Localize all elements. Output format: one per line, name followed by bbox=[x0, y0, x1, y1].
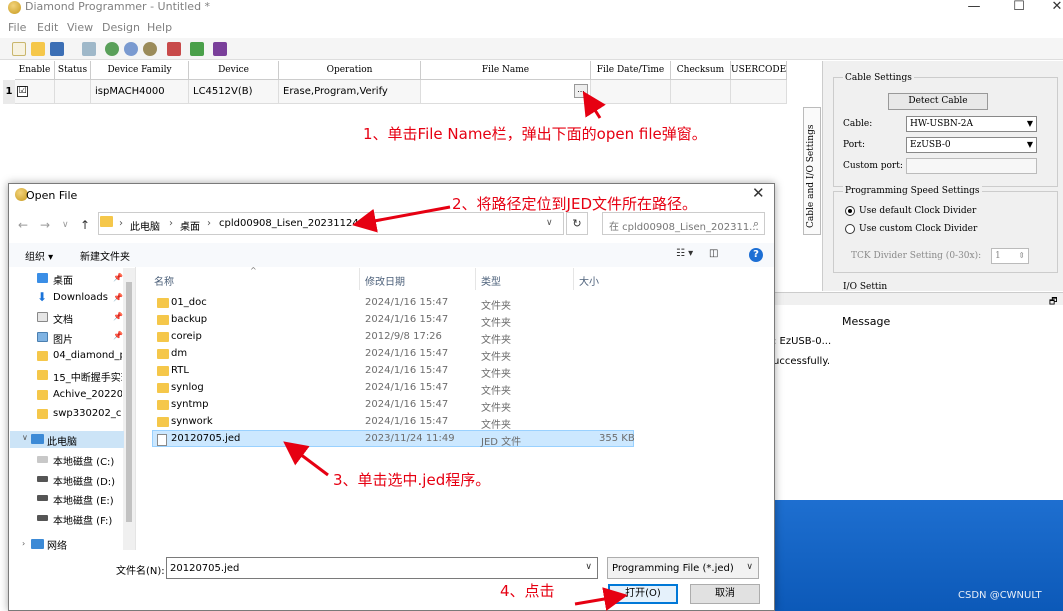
annotation-step3: 3、单击选中.jed程序。 bbox=[333, 471, 491, 489]
arrow-step2 bbox=[352, 205, 451, 233]
arrow-step4 bbox=[574, 587, 628, 611]
annotation-step2: 2、将路径定位到JED文件所在路径。 bbox=[452, 195, 697, 213]
arrow-step3 bbox=[283, 441, 329, 477]
arrow-step1 bbox=[582, 90, 606, 119]
annotation-step1: 1、单击File Name栏，弹出下面的open file弹窗。 bbox=[363, 125, 707, 143]
annotation-arrows bbox=[283, 90, 628, 611]
annotation-step4: 4、点击 bbox=[500, 582, 555, 600]
